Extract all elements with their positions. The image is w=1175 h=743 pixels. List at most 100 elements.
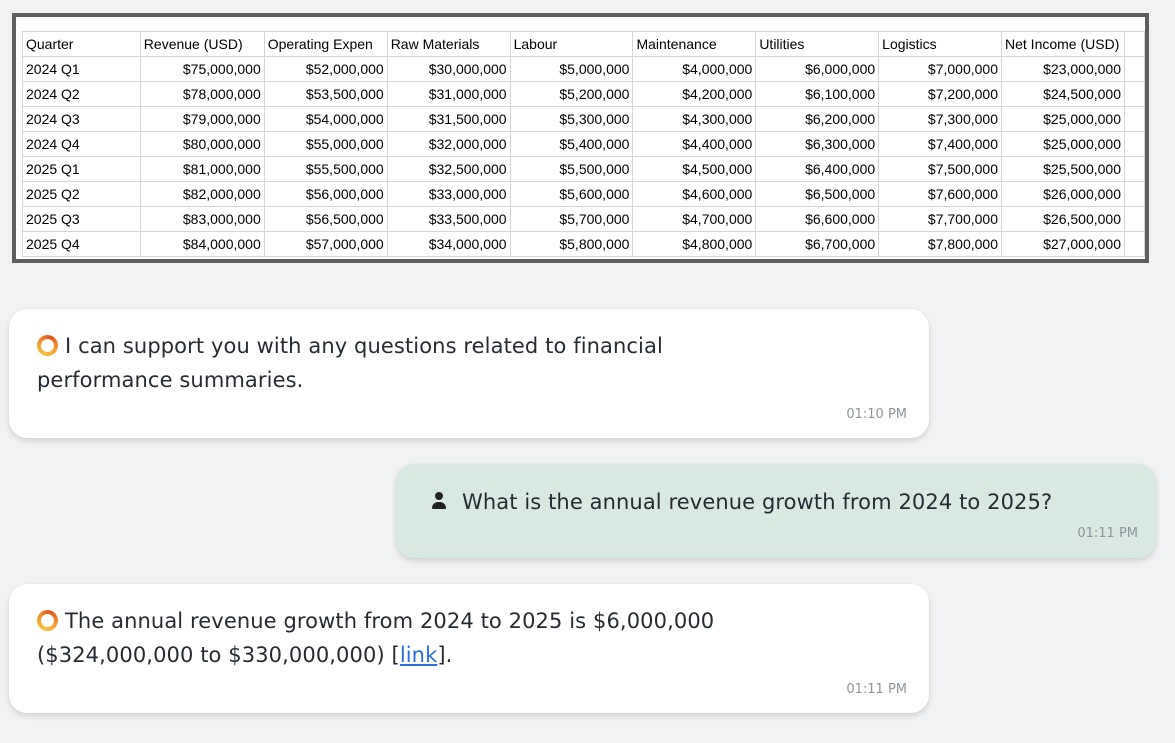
table-cell: $84,000,000	[139, 231, 265, 257]
timestamp: 01:11 PM	[1077, 526, 1138, 541]
message-text: ($324,000,000 to $330,000,000) [	[37, 643, 400, 667]
message-text: What is the annual revenue growth from 2…	[462, 490, 1053, 514]
table-cell: $81,000,000	[139, 156, 265, 182]
table-row: 2025 Q3 $83,000,000 $56,500,000 $33,500,000…	[22, 206, 1146, 232]
table-row: 2024 Q4 $80,000,000 $55,000,000 $32,000,000…	[22, 131, 1146, 157]
column-header: Net Income (USD)	[1001, 31, 1125, 57]
table-row: 2024 Q2 $78,000,000 $53,500,000 $31,000,000…	[22, 81, 1146, 107]
table-cell: $5,000,000	[509, 56, 634, 82]
table-cell: $52,000,000	[263, 56, 388, 82]
table-cell: $55,000,000	[263, 131, 388, 157]
table-cell: $26,500,000	[1001, 206, 1125, 232]
message-text: ].	[437, 643, 453, 667]
table-cell: $80,000,000	[139, 131, 265, 157]
table-cell: $7,500,000	[878, 156, 1002, 182]
table-cell: $32,000,000	[386, 131, 511, 157]
table-cell: 2024 Q4	[22, 131, 141, 157]
table-cell: 2024 Q2	[22, 81, 141, 107]
empty-cell	[1123, 106, 1146, 132]
table-cell: $25,500,000	[1001, 156, 1125, 182]
empty-cell	[1123, 81, 1146, 107]
table-cell: $54,000,000	[263, 106, 388, 132]
table-cell: $5,500,000	[509, 156, 634, 182]
message-text: I can support you with any questions rel…	[65, 334, 663, 358]
table-cell: 2025 Q1	[22, 156, 141, 182]
table-cell: $6,100,000	[755, 81, 880, 107]
table-cell: $57,000,000	[263, 231, 388, 257]
empty-cell	[1123, 31, 1146, 57]
table-cell: $5,200,000	[509, 81, 634, 107]
table-cell: $4,700,000	[632, 206, 757, 232]
table-cell: $30,000,000	[386, 56, 511, 82]
table-cell: $31,500,000	[386, 106, 511, 132]
table-cell: $75,000,000	[139, 56, 265, 82]
table-cell: $82,000,000	[139, 181, 265, 207]
table-cell: $34,000,000	[386, 231, 511, 257]
column-header: Utilities	[755, 31, 880, 57]
table-cell: $7,800,000	[878, 231, 1002, 257]
table-cell: $6,500,000	[755, 181, 880, 207]
empty-cell	[1123, 231, 1146, 257]
table-cell: $7,200,000	[878, 81, 1002, 107]
table-cell: $4,200,000	[632, 81, 757, 107]
table-cell: $6,200,000	[755, 106, 880, 132]
table-cell: $25,000,000	[1001, 131, 1125, 157]
table-cell: $83,000,000	[139, 206, 265, 232]
financial-table: Quarter Revenue (USD) Operating Expen Raw M…	[22, 31, 1146, 257]
table-cell: $5,300,000	[509, 106, 634, 132]
empty-cell	[1123, 181, 1146, 207]
table-cell: $5,600,000	[509, 181, 634, 207]
timestamp: 01:10 PM	[846, 407, 907, 422]
table-cell: $4,800,000	[632, 231, 757, 257]
user-message: What is the annual revenue growth from 2…	[396, 464, 1156, 558]
table-cell: $27,000,000	[1001, 231, 1125, 257]
table-cell: $7,000,000	[878, 56, 1002, 82]
ring-logo-icon	[37, 610, 58, 631]
table-cell: $7,600,000	[878, 181, 1002, 207]
table-cell: $6,400,000	[755, 156, 880, 182]
table-cell: $4,300,000	[632, 106, 757, 132]
table-row: 2024 Q3 $79,000,000 $54,000,000 $31,500,000…	[22, 106, 1146, 132]
table-cell: $4,500,000	[632, 156, 757, 182]
table-cell: $33,500,000	[386, 206, 511, 232]
empty-cell	[1123, 56, 1146, 82]
column-header: Maintenance	[632, 31, 757, 57]
empty-cell	[1123, 206, 1146, 232]
table-cell: $25,000,000	[1001, 106, 1125, 132]
column-header: Revenue (USD)	[139, 31, 265, 57]
table-cell: $6,600,000	[755, 206, 880, 232]
table-row: 2024 Q1 $75,000,000 $52,000,000 $30,000,000…	[22, 56, 1146, 82]
table-cell: $78,000,000	[139, 81, 265, 107]
table-cell: $4,400,000	[632, 131, 757, 157]
table-row: 2025 Q2 $82,000,000 $56,000,000 $33,000,000…	[22, 181, 1146, 207]
column-header: Logistics	[878, 31, 1002, 57]
table-cell: 2024 Q1	[22, 56, 141, 82]
table-cell: $31,000,000	[386, 81, 511, 107]
table-cell: $5,400,000	[509, 131, 634, 157]
empty-cell	[1123, 131, 1146, 157]
table-cell: $32,500,000	[386, 156, 511, 182]
table-row: 2025 Q4 $84,000,000 $57,000,000 $34,000,000…	[22, 231, 1146, 257]
empty-cell	[1123, 156, 1146, 182]
table-cell: 2025 Q2	[22, 181, 141, 207]
bot-message: I can support you with any questions rel…	[9, 309, 929, 438]
column-header: Quarter	[22, 31, 141, 57]
table-cell: $53,500,000	[263, 81, 388, 107]
table-cell: 2025 Q3	[22, 206, 141, 232]
table-cell: $7,400,000	[878, 131, 1002, 157]
table-cell: $56,000,000	[263, 181, 388, 207]
column-header: Raw Materials	[386, 31, 511, 57]
column-header: Labour	[509, 31, 634, 57]
spreadsheet-image: Quarter Revenue (USD) Operating Expen Raw M…	[12, 13, 1149, 263]
source-link[interactable]: link	[400, 643, 438, 667]
table-cell: $56,500,000	[263, 206, 388, 232]
table-cell: $23,000,000	[1001, 56, 1125, 82]
table-row: 2025 Q1 $81,000,000 $55,500,000 $32,500,000…	[22, 156, 1146, 182]
table-cell: $24,500,000	[1001, 81, 1125, 107]
message-text: The annual revenue growth from 2024 to 2…	[65, 609, 715, 633]
table-cell: 2024 Q3	[22, 106, 141, 132]
ring-logo-icon	[37, 335, 58, 356]
table-cell: $6,300,000	[755, 131, 880, 157]
message-text: performance summaries.	[37, 368, 304, 392]
table-cell: $55,500,000	[263, 156, 388, 182]
